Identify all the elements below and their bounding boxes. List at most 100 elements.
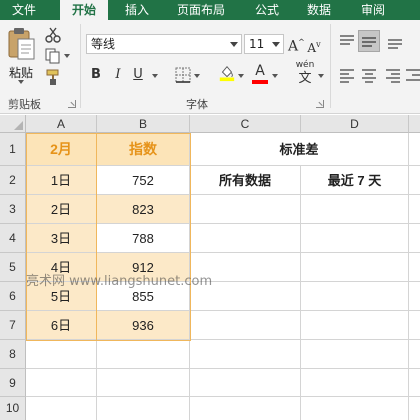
cell-e5[interactable] [409,253,420,282]
row-header-7[interactable]: 7 [0,311,26,340]
cell-b10[interactable] [97,397,190,420]
tab-formulas[interactable]: 公式 [244,0,290,20]
cell-c1-merged[interactable]: 标准差 [190,133,409,166]
column-header-e[interactable] [409,115,420,133]
cell-e6[interactable] [409,282,420,311]
cell-b8[interactable] [97,340,190,369]
copy-dropdown-icon[interactable] [64,54,70,58]
cell-d3[interactable] [301,195,409,224]
align-center-icon[interactable] [360,66,378,84]
row-header-2[interactable]: 2 [0,166,26,195]
underline-dropdown-icon[interactable] [152,74,158,78]
cell-a3[interactable]: 2日 [26,195,97,224]
cell-c3[interactable] [190,195,301,224]
font-name-combo[interactable]: 等线 [86,34,242,54]
clipboard-group-label: 剪贴板 [8,98,41,111]
row-header-10[interactable]: 10 [0,397,26,420]
font-color-dropdown-icon[interactable] [272,74,278,78]
row-header-4[interactable]: 4 [0,224,26,253]
tab-page-layout[interactable]: 页面布局 [166,0,236,20]
select-all-corner[interactable] [0,115,26,133]
cell-a4[interactable]: 3日 [26,224,97,253]
cell-d8[interactable] [301,340,409,369]
tab-home[interactable]: 开始 [60,0,108,21]
font-size-combo[interactable]: 11 [244,34,284,54]
cell-c2[interactable]: 所有数据 [190,166,301,195]
decrease-indent-icon[interactable] [404,66,420,84]
row-header-5[interactable]: 5 [0,253,26,282]
cell-a8[interactable] [26,340,97,369]
row-header-6[interactable]: 6 [0,282,26,311]
cut-icon[interactable] [44,26,62,44]
row-header-9[interactable]: 9 [0,369,26,397]
cell-d2[interactable]: 最近 7 天 [301,166,409,195]
middle-align-icon [362,37,376,47]
cell-c7[interactable] [190,311,301,340]
cell-d7[interactable] [301,311,409,340]
cell-e2[interactable] [409,166,420,195]
chevron-down-icon [230,42,238,47]
tab-insert[interactable]: 插入 [114,0,160,20]
copy-icon[interactable] [44,47,62,65]
cell-b4[interactable]: 788 [97,224,190,253]
phonetic-dropdown-icon[interactable] [318,74,324,78]
phonetic-guide-icon[interactable]: 文 [296,70,314,88]
borders-dropdown-icon[interactable] [194,74,200,78]
bold-icon[interactable]: B [88,66,104,84]
column-header-d[interactable]: D [301,115,409,133]
top-align-icon[interactable] [338,32,356,50]
align-right-icon[interactable] [384,66,402,84]
cell-a10[interactable] [26,397,97,420]
row-header-1[interactable]: 1 [0,133,26,166]
decrease-font-size-icon[interactable]: Av [306,36,322,57]
cell-e1[interactable] [409,133,420,166]
tab-file[interactable]: 文件 [0,0,48,20]
cell-e7[interactable] [409,311,420,340]
cell-b1[interactable]: 指数 [97,133,190,166]
cell-c4[interactable] [190,224,301,253]
tab-data[interactable]: 数据 [296,0,342,20]
underline-icon[interactable]: U [130,66,146,84]
cell-d6[interactable] [301,282,409,311]
tab-review[interactable]: 审阅 [350,0,396,20]
paste-button[interactable]: 粘贴 [4,26,38,84]
italic-icon[interactable]: I [110,66,126,84]
column-header-a[interactable]: A [26,115,97,133]
paste-icon [8,28,35,60]
row-header-8[interactable]: 8 [0,340,26,369]
column-header-c[interactable]: C [190,115,301,133]
align-left-icon[interactable] [338,66,356,84]
font-launcher-icon[interactable] [316,100,324,108]
cell-a9[interactable] [26,369,97,397]
cell-d10[interactable] [301,397,409,420]
font-color-icon[interactable]: A [252,62,268,80]
row-header-3[interactable]: 3 [0,195,26,224]
cell-c8[interactable] [190,340,301,369]
cell-e10[interactable] [409,397,420,420]
cell-a7[interactable]: 6日 [26,311,97,340]
cell-e8[interactable] [409,340,420,369]
increase-font-size-icon[interactable]: A^ [288,34,305,56]
cell-c9[interactable] [190,369,301,397]
cell-b7[interactable]: 936 [97,311,190,340]
cell-b2[interactable]: 752 [97,166,190,195]
column-header-b[interactable]: B [97,115,190,133]
cell-b9[interactable] [97,369,190,397]
cell-d4[interactable] [301,224,409,253]
bottom-align-icon[interactable] [386,32,404,50]
cell-d9[interactable] [301,369,409,397]
cell-e3[interactable] [409,195,420,224]
borders-icon[interactable] [174,66,192,84]
fill-color-icon[interactable] [218,64,236,82]
cell-e4[interactable] [409,224,420,253]
cell-c10[interactable] [190,397,301,420]
fill-color-dropdown-icon[interactable] [238,74,244,78]
clipboard-launcher-icon[interactable] [68,100,76,108]
format-painter-icon[interactable] [44,68,62,86]
cell-b3[interactable]: 823 [97,195,190,224]
cell-a1[interactable]: 2月 [26,133,97,166]
cell-e9[interactable] [409,369,420,397]
middle-align-button[interactable] [358,30,380,52]
cell-a2[interactable]: 1日 [26,166,97,195]
cell-d5[interactable] [301,253,409,282]
